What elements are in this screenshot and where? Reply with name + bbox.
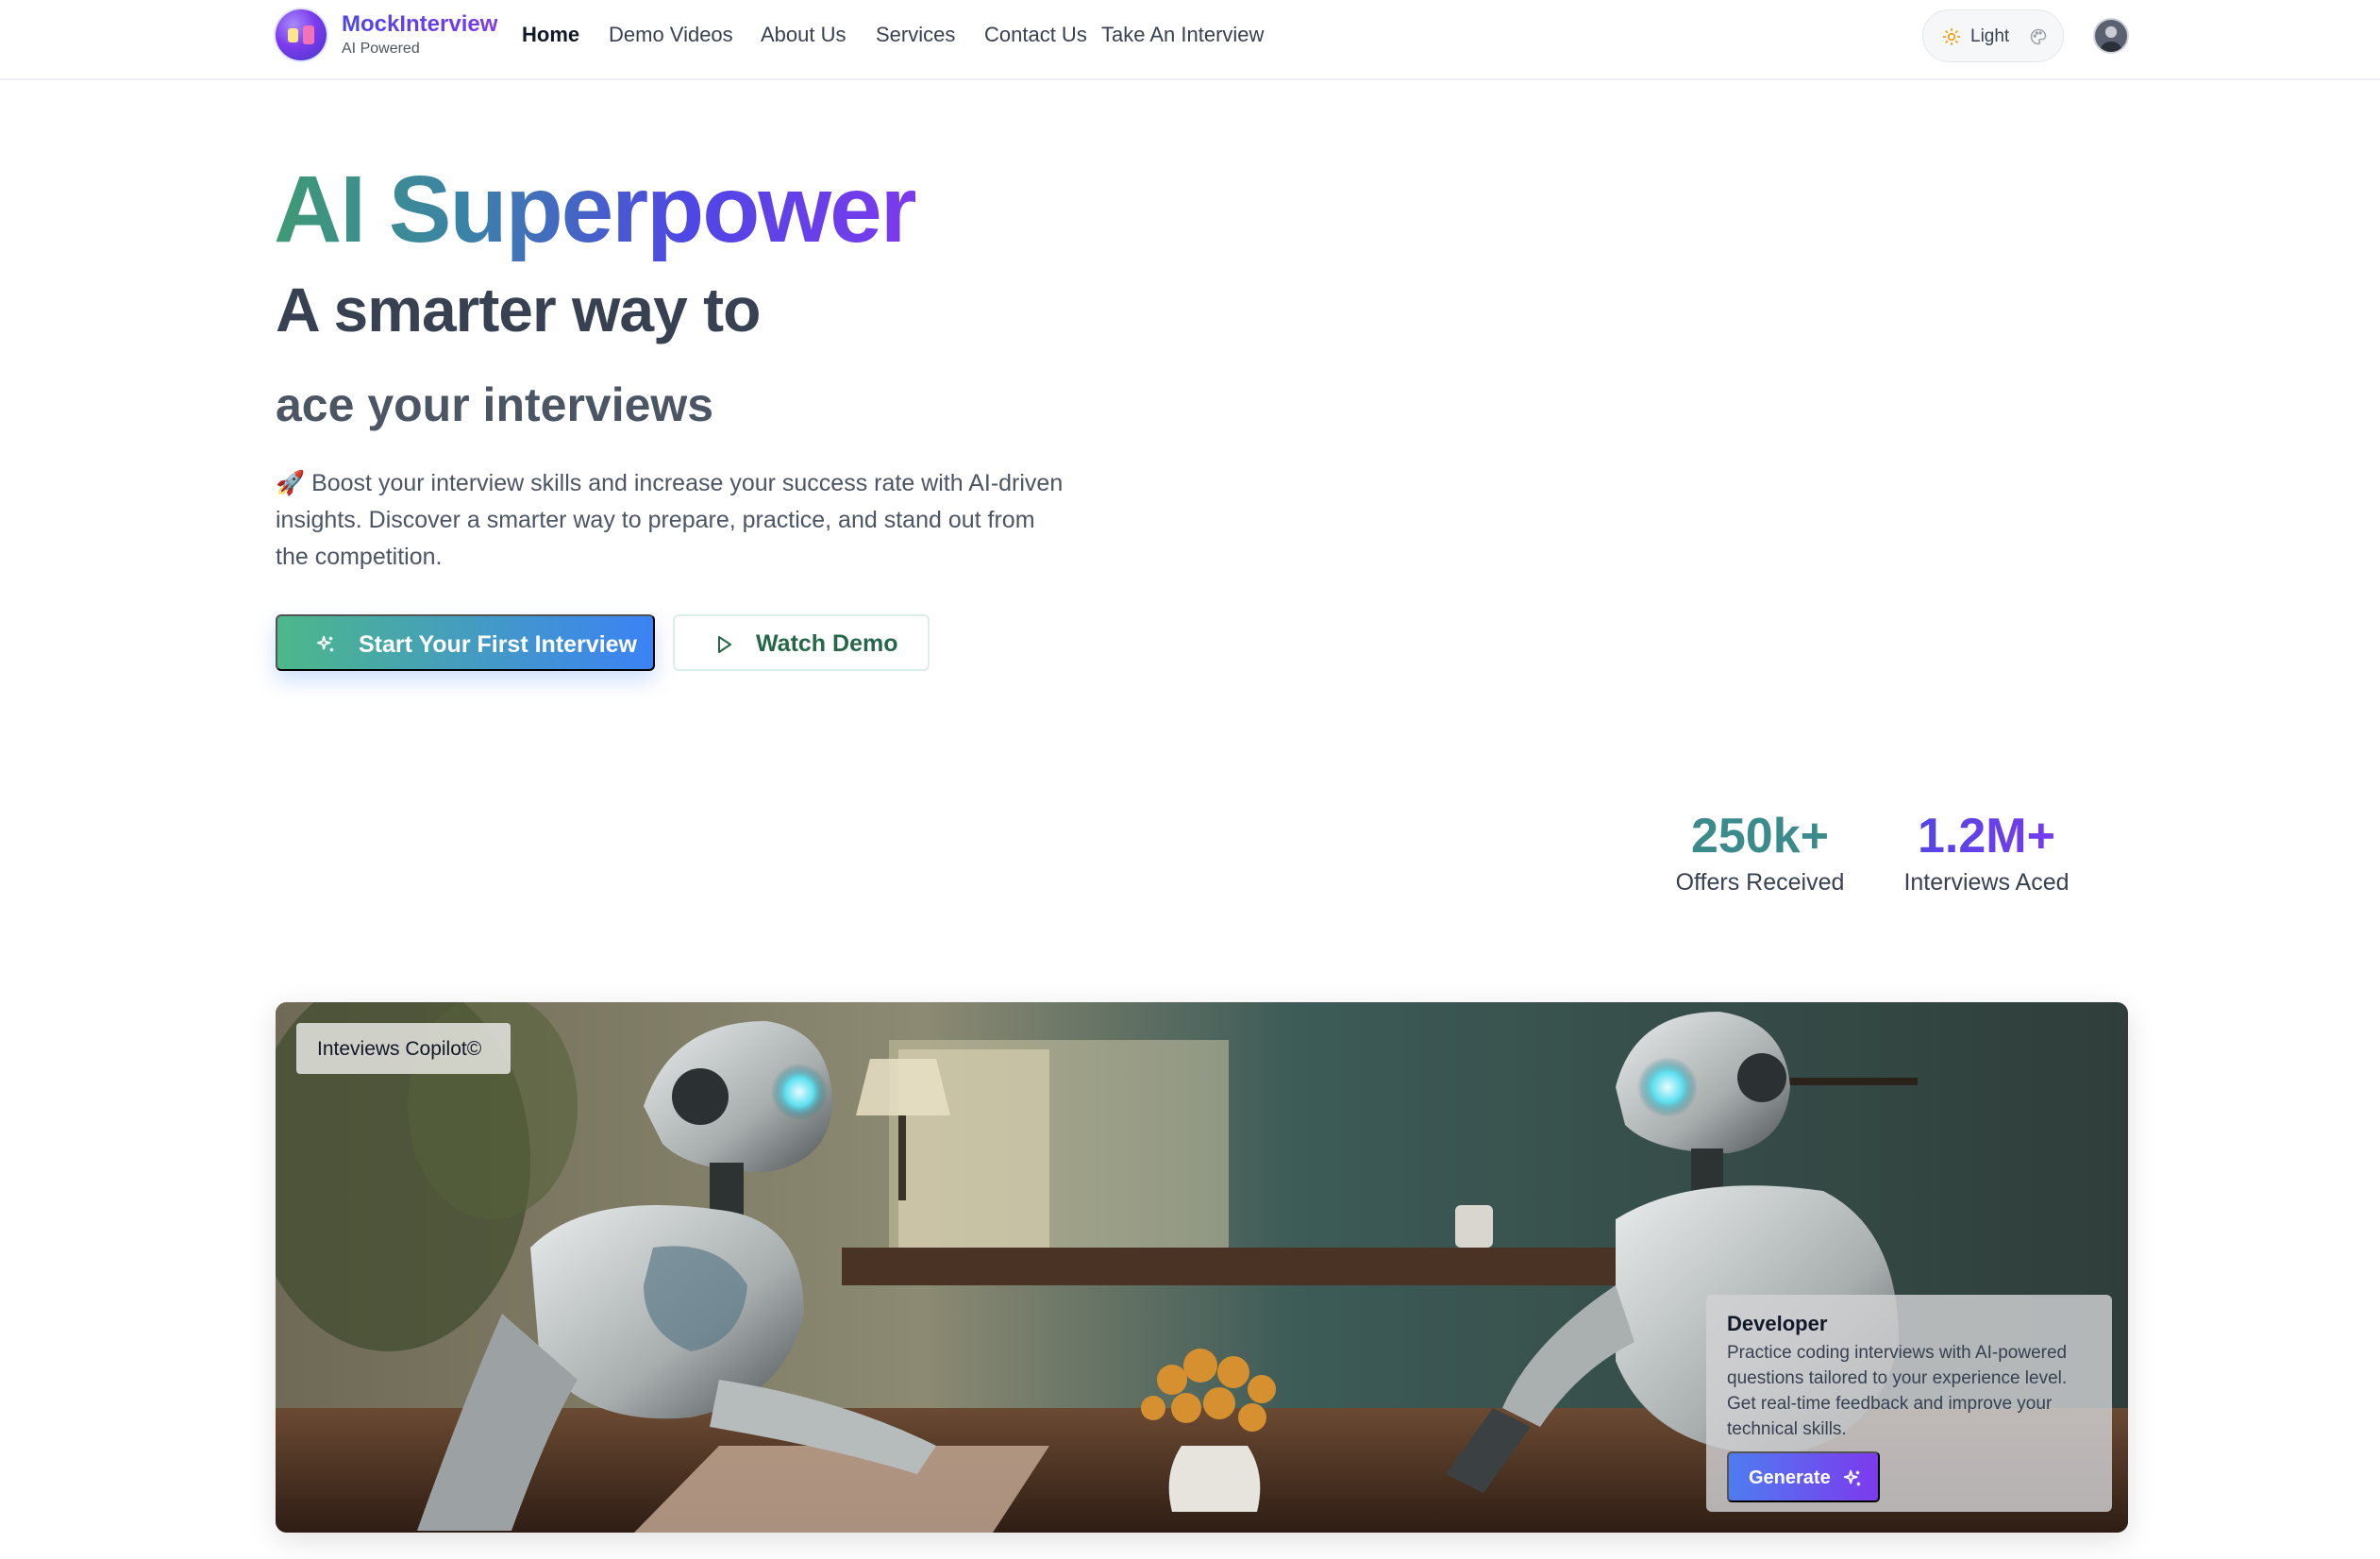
nav-link-services[interactable]: Services <box>876 23 955 47</box>
stat-interviews: 1.2M+ Interviews Aced <box>1897 807 2076 897</box>
developer-card: Developer Practice coding interviews wit… <box>1706 1295 2112 1512</box>
copilot-badge-label: Inteviews Copilot© <box>317 1038 482 1060</box>
nav-link-contact-us[interactable]: Contact Us <box>984 23 1087 47</box>
sparkle-icon <box>1843 1469 1861 1486</box>
stat-interviews-label: Interviews Aced <box>1903 869 2070 896</box>
hero-subtitle-line2: ace your interviews <box>276 378 714 431</box>
brand-tagline: AI Powered <box>342 41 420 57</box>
generate-button[interactable]: Generate <box>1727 1451 1880 1502</box>
hero-title: AI Superpower <box>274 157 917 262</box>
nav-link-take-an-interview[interactable]: Take An Interview <box>1101 23 1264 47</box>
user-avatar[interactable] <box>2093 18 2129 54</box>
brand-name[interactable]: MockInterview <box>342 11 497 38</box>
showcase-image: Inteviews Copilot© Developer Practice co… <box>276 1002 2128 1533</box>
nav-link-home[interactable]: Home <box>522 23 579 47</box>
theme-toggle-button[interactable]: Light <box>1922 9 2064 62</box>
top-navbar: MockInterview AI Powered Home Demo Video… <box>0 0 2380 80</box>
watch-demo-label: Watch Demo <box>756 630 898 657</box>
developer-card-description: Practice coding interviews with AI-power… <box>1727 1343 2068 1439</box>
copilot-badge: Inteviews Copilot© <box>296 1023 511 1074</box>
hero-subtitle-line1: A smarter way to <box>276 275 761 344</box>
start-interview-label: Start Your First Interview <box>359 631 637 658</box>
nav-link-about-us[interactable]: About Us <box>761 23 846 47</box>
stat-offers-label: Offers Received <box>1675 869 1845 896</box>
play-icon <box>718 636 731 653</box>
hero-description: 🚀 Boost your interview skills and increa… <box>276 470 1064 570</box>
theme-label: Light <box>1970 26 2010 46</box>
stat-offers: 250k+ Offers Received <box>1670 807 1850 897</box>
developer-card-title: Developer <box>1727 1312 1828 1335</box>
nav-link-demo-videos[interactable]: Demo Videos <box>609 23 733 47</box>
stat-offers-value: 250k+ <box>1690 809 1830 863</box>
sparkle-icon <box>316 635 334 652</box>
start-interview-button[interactable]: Start Your First Interview <box>276 614 655 671</box>
sun-icon <box>1942 27 1961 46</box>
generate-button-label: Generate <box>1749 1467 1831 1488</box>
watch-demo-button[interactable]: Watch Demo <box>673 614 930 671</box>
stat-interviews-value: 1.2M+ <box>1897 807 2076 865</box>
palette-icon <box>2030 28 2047 45</box>
brand-logo-icon[interactable] <box>276 9 327 60</box>
